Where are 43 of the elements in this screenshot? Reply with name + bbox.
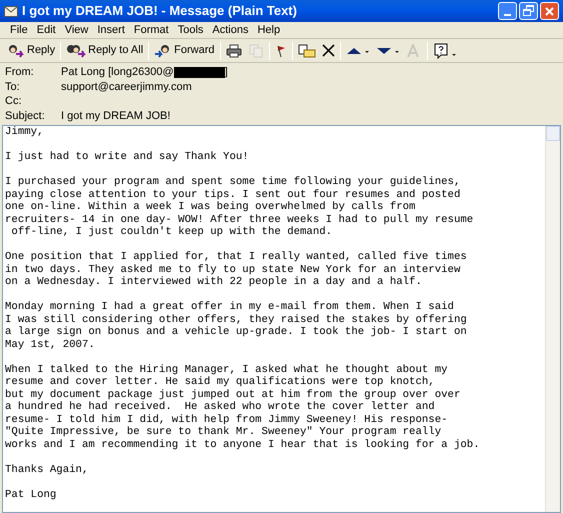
- restore-button[interactable]: [519, 2, 538, 20]
- menu-item[interactable]: File: [10, 22, 28, 38]
- reply-button[interactable]: Reply: [4, 40, 58, 60]
- paragraph: Jimmy,: [5, 126, 44, 138]
- close-icon: [322, 44, 334, 57]
- forward-button[interactable]: Forward: [151, 40, 218, 60]
- field-value: ]: [224, 65, 228, 80]
- minimize-button[interactable]: [498, 2, 517, 20]
- person-arrow-icon: [7, 44, 25, 58]
- menu-item[interactable]: Tools: [178, 22, 204, 38]
- field-label: To:: [5, 80, 21, 94]
- help-icon: [432, 42, 458, 58]
- field-value: Pat Long [long26300@: [61, 65, 174, 80]
- paragraph: One position that I applied for, that I really wanted, called five times in two days. They asked me to fly to up state New York for an interview on a Wednesday. I interviewed with 22 people in a day and a half.: [5, 251, 468, 288]
- letter-icon: [406, 44, 422, 58]
- menu-item[interactable]: Help: [257, 22, 280, 38]
- close-icon: [545, 6, 554, 16]
- paragraph: Thanks Again,: [5, 464, 90, 476]
- envelope-icon: [4, 6, 18, 16]
- menu-item[interactable]: Edit: [36, 22, 56, 38]
- folder-icon: [298, 44, 316, 58]
- field-label: Subject:: [5, 108, 46, 124]
- paragraph: When I talked to the Hiring Manager, I asked what he thought about my resume and cover letter. He said my qualifications were top knotch, but my document package just jumped out at him from the group over over a hundred he had received. He asked who wrote the cover letter and resume- I told him I did, with help from Jimmy Sweeney! His response- "Quite Impressive, be sure to thank Mr. Sweeney" Your program really works and I am recommending it to anyone I hear that is looking for a job.: [5, 364, 481, 451]
- scrollbar[interactable]: [545, 126, 560, 512]
- flag-icon: [274, 44, 286, 58]
- people-arrow-icon: [66, 44, 86, 58]
- menu-item[interactable]: Insert: [97, 22, 125, 38]
- field-value: support@careerjimmy.com: [61, 80, 192, 94]
- field-value: I got my DREAM JOB!: [61, 108, 170, 124]
- window-title: I got my DREAM JOB! - Message (Plain Text): [22, 2, 297, 20]
- printer-icon: [226, 44, 242, 58]
- paragraph: I just had to write and say Thank You!: [5, 151, 250, 164]
- paragraph: Pat Long: [5, 488, 58, 501]
- reply-all-button[interactable]: Reply to All: [63, 40, 146, 60]
- field-label: Cc:: [5, 94, 22, 109]
- field-label: From:: [5, 65, 35, 80]
- paragraph: I purchased your program and spent some time following your guidelines, paying close attention to your tips. I sent out four resumes and posted one on-line. Within a week I was being overwhelmed by calls from recruiters- 14 in one day- WOW! After three weeks I had to pull my resume off-line, I just couldn't keep up with the demand.: [5, 176, 474, 238]
- menu-item[interactable]: Format: [134, 22, 169, 38]
- menu-item[interactable]: Actions: [212, 22, 248, 38]
- menu-item[interactable]: View: [64, 22, 88, 38]
- paragraph: Monday morning I had a great offer in my e-mail from them. When I said I was still considering other offers, they raised the stakes by offering a large sign on bonus and a vehicle up-grade. I took the job- I start on May 1st, 2007.: [5, 301, 468, 351]
- message-body[interactable]: [2, 125, 561, 513]
- copy-icon: [248, 44, 264, 58]
